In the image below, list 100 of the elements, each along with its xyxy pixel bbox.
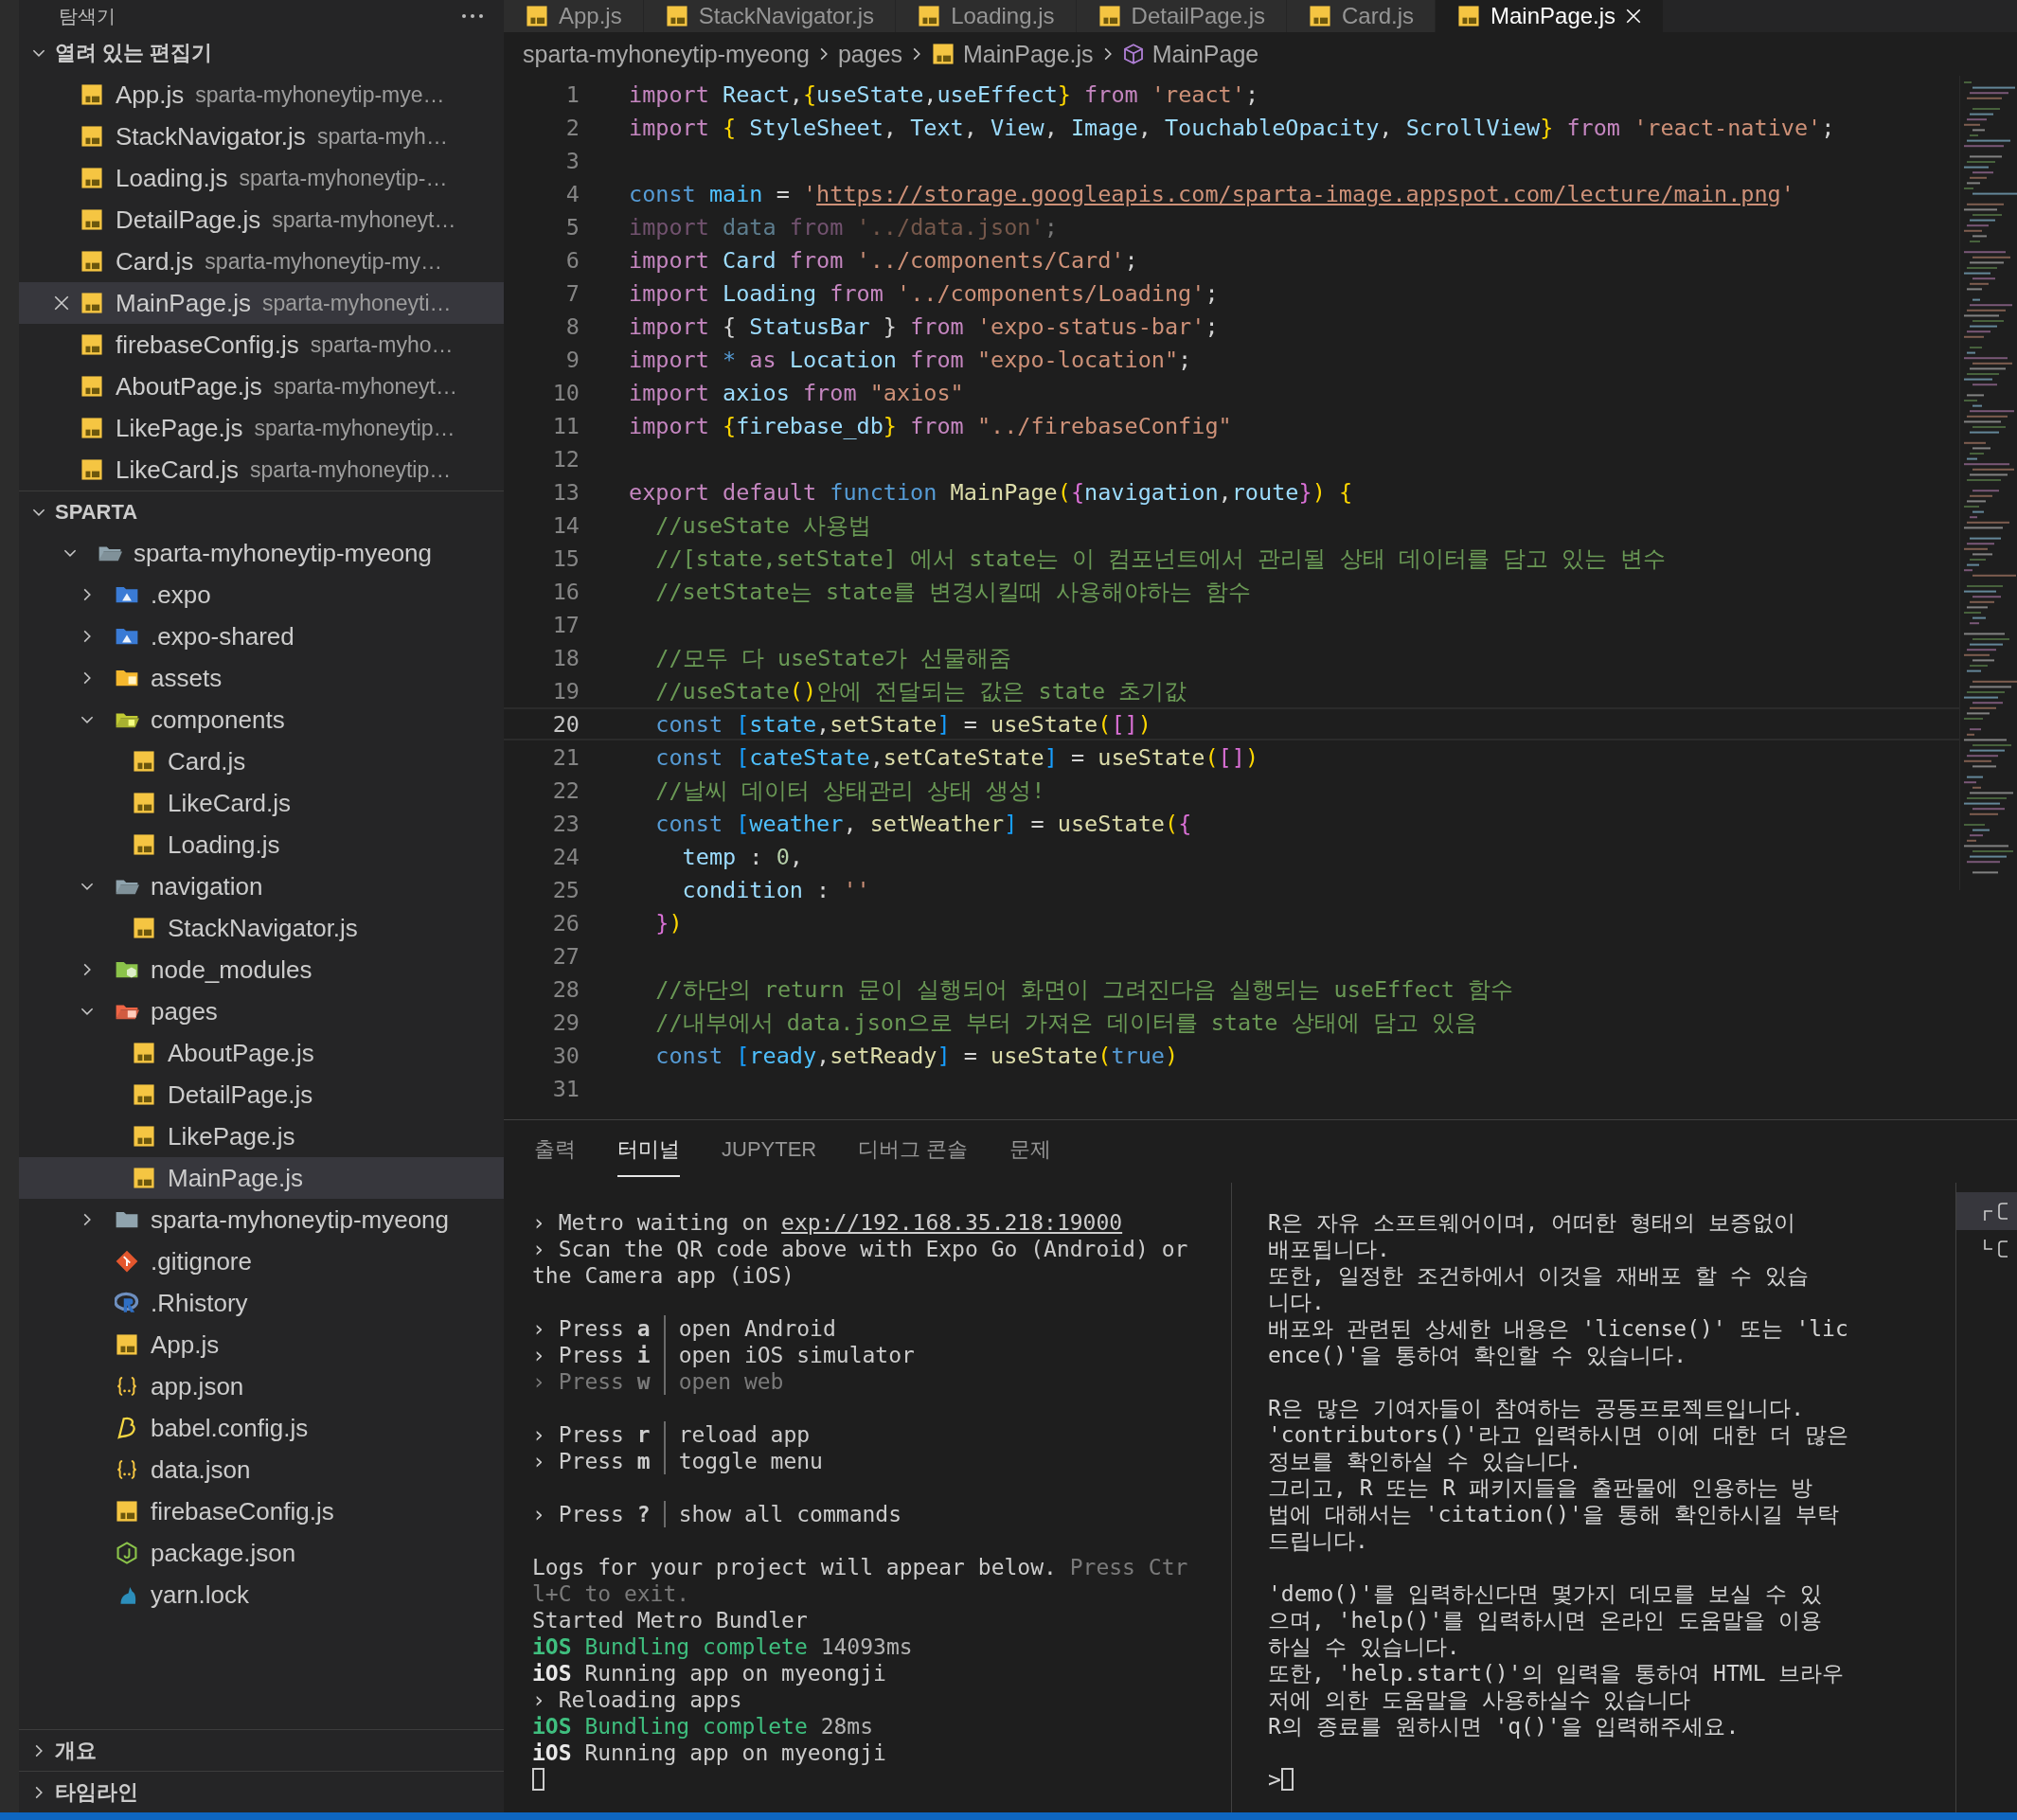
tree-item[interactable]: AboutPage.js xyxy=(19,1032,504,1074)
console-line: 그리고, R 또는 R 패키지들을 출판물에 인용하는 방 xyxy=(1268,1474,1813,1501)
js-file-icon xyxy=(80,416,104,440)
console-line: 또한, 'help.start()'의 입력을 통하여 HTML 브라우 xyxy=(1268,1660,1845,1686)
section-header[interactable]: 개요 xyxy=(19,1729,504,1771)
tree-item[interactable]: MainPage.js xyxy=(19,1157,504,1199)
js-file-icon xyxy=(132,791,156,815)
tree-item[interactable]: yarn.lock xyxy=(19,1574,504,1615)
line-number: 8 xyxy=(564,312,580,340)
code-line: condition : '' xyxy=(681,876,870,903)
split-terminal-icon[interactable] xyxy=(1983,1200,2008,1222)
tree-item[interactable]: assets xyxy=(19,657,504,699)
tree-item[interactable]: navigation xyxy=(19,865,504,907)
js-file-icon xyxy=(931,42,956,66)
open-editor-item[interactable]: StackNavigator.js sparta-myh… xyxy=(19,116,504,157)
tree-item[interactable]: .Rhistory xyxy=(19,1282,504,1324)
close-icon[interactable] xyxy=(53,294,70,312)
tree-item[interactable]: app.json xyxy=(19,1365,504,1407)
section-header[interactable]: 열려 있는 편집기 xyxy=(19,32,504,74)
line-number: 23 xyxy=(551,810,580,837)
tree-item[interactable]: LikeCard.js xyxy=(19,782,504,824)
terminal-command: › Press a xyxy=(532,1315,651,1342)
line-number: 11 xyxy=(551,412,580,439)
line-number: 7 xyxy=(564,279,580,307)
open-editor-item[interactable]: Loading.js sparta-myhoneytip-… xyxy=(19,157,504,199)
console-line: R은 많은 기여자들이 참여하는 공동프로젝트입니다. xyxy=(1268,1395,1805,1421)
terminal-command: › Press r xyxy=(532,1421,651,1448)
tree-item[interactable]: LikePage.js xyxy=(19,1115,504,1157)
terminal-line: Started Metro Bundler xyxy=(532,1607,808,1633)
tree-item[interactable]: DetailPage.js xyxy=(19,1074,504,1115)
open-editor-item[interactable]: LikeCard.js sparta-myhoneytip… xyxy=(19,449,504,491)
line-number: 3 xyxy=(564,147,580,174)
tree-item[interactable]: Loading.js xyxy=(19,824,504,865)
tree-item[interactable]: babel.config.js xyxy=(19,1407,504,1449)
section-header[interactable]: SPARTA xyxy=(19,491,504,532)
terminal-line: Logs for your project will appear below. Press Ctr xyxy=(532,1554,1188,1580)
tree-item[interactable]: components xyxy=(19,699,504,740)
code-line: const [weather, setWeather] = useState({ xyxy=(654,810,1192,837)
minimap-drawing[interactable] xyxy=(1959,76,2017,890)
console-line: R은 자유 소프트웨어이며, 어떠한 형태의 보증없이 xyxy=(1268,1209,1795,1236)
console-line: 니다. xyxy=(1268,1289,1325,1315)
tree-item[interactable]: .expo-shared xyxy=(19,616,504,657)
close-icon[interactable] xyxy=(1625,8,1643,25)
line-number: 9 xyxy=(564,346,580,373)
js-file-icon xyxy=(80,82,104,107)
breadcrumb-item[interactable]: pages xyxy=(837,40,903,68)
tree-item[interactable]: sparta-myhoneytip-myeong xyxy=(19,532,504,574)
braces-icon xyxy=(115,1457,139,1482)
editor-tab[interactable]: DetailPage.js xyxy=(1076,0,1287,32)
panel-tab[interactable]: 문제 xyxy=(1009,1126,1052,1177)
line-number: 15 xyxy=(551,544,580,572)
js-file-icon xyxy=(80,291,104,315)
js-file-icon xyxy=(1097,4,1122,28)
open-editor-item[interactable]: LikePage.js sparta-myhoneytip… xyxy=(19,407,504,449)
tree-item[interactable]: sparta-myhoneytip-myeong xyxy=(19,1199,504,1240)
tree-item[interactable]: pages xyxy=(19,990,504,1032)
line-number: 21 xyxy=(551,743,580,771)
editor-tab[interactable]: StackNavigator.js xyxy=(643,0,897,32)
breadcrumb-item[interactable]: sparta-myhoneytip-myeong xyxy=(523,40,810,68)
braces-icon xyxy=(115,1374,139,1399)
js-file-icon xyxy=(80,374,104,399)
open-editor-item[interactable]: Card.js sparta-myhoneytip-my… xyxy=(19,241,504,282)
line-number: 14 xyxy=(551,511,580,539)
panel-tab[interactable]: 디버그 콘솔 xyxy=(858,1126,969,1177)
tree-item[interactable]: data.json xyxy=(19,1449,504,1490)
code-line: //[state,setState] 에서 state는 이 컴포넌트에서 관리될 상태 데이터를 담고 있는 변수 xyxy=(654,544,1667,574)
editor-tab[interactable]: Card.js xyxy=(1286,0,1436,32)
tree-item[interactable]: .expo xyxy=(19,574,504,616)
breadcrumb-item[interactable]: MainPage xyxy=(1121,40,1259,68)
tree-item[interactable]: node_modules xyxy=(19,949,504,990)
tree-item[interactable]: .gitignore xyxy=(19,1240,504,1282)
terminal-text: open web xyxy=(678,1368,784,1395)
more-icon[interactable] xyxy=(460,12,485,20)
tree-item[interactable]: package.json xyxy=(19,1532,504,1574)
open-editor-item[interactable]: MainPage.js sparta-myhoneyti… xyxy=(19,282,504,324)
open-editor-item[interactable]: DetailPage.js sparta-myhoneyt… xyxy=(19,199,504,241)
breadcrumb-item[interactable]: MainPage.js xyxy=(931,40,1094,68)
line-number: 6 xyxy=(564,246,580,274)
split-terminal-icon[interactable] xyxy=(1983,1238,2008,1260)
js-file-icon xyxy=(132,1082,156,1107)
tree-item[interactable]: firebaseConfig.js xyxy=(19,1490,504,1532)
editor-tab[interactable]: App.js xyxy=(504,0,644,32)
panel-tab[interactable]: JUPYTER xyxy=(722,1128,817,1175)
open-editor-item[interactable]: App.js sparta-myhoneytip-mye… xyxy=(19,74,504,116)
panel-tab[interactable]: 터미널 xyxy=(617,1126,680,1177)
tree-item[interactable]: Card.js xyxy=(19,740,504,782)
terminal-line: the Camera app (iOS) xyxy=(532,1262,794,1289)
terminal-command: › Press m xyxy=(532,1448,651,1474)
js-file-icon xyxy=(80,207,104,232)
console-line: 'contributors()'라고 입력하시면 이에 대한 더 많은 xyxy=(1268,1421,1848,1448)
code-line: import Loading from '../components/Loading'; xyxy=(629,279,1219,307)
terminal-line: iOS Bundling complete 14093ms xyxy=(532,1633,913,1660)
editor-tab[interactable]: MainPage.js xyxy=(1436,0,1665,32)
open-editor-item[interactable]: AboutPage.js sparta-myhoneyt… xyxy=(19,366,504,407)
terminal-link[interactable]: exp://192.168.35.218:19000 xyxy=(781,1209,1123,1236)
tree-item[interactable]: StackNavigator.js xyxy=(19,907,504,949)
panel-tab[interactable]: 출력 xyxy=(534,1126,576,1177)
editor-tab[interactable]: Loading.js xyxy=(896,0,1077,32)
open-editor-item[interactable]: firebaseConfig.js sparta-myho… xyxy=(19,324,504,366)
tree-item[interactable]: App.js xyxy=(19,1324,504,1365)
